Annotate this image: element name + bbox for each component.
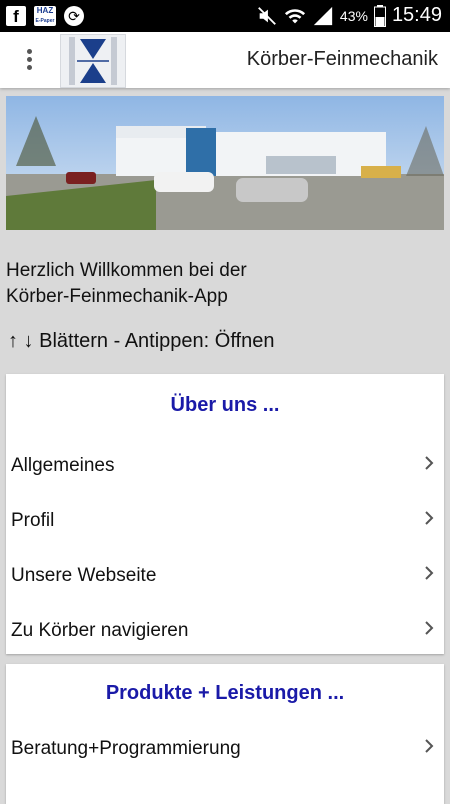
- chevron-right-icon: [425, 739, 434, 753]
- list-item-label: Beratung+Programmierung: [11, 738, 241, 759]
- haz-epaper-label: E-Paper: [35, 18, 55, 24]
- facebook-icon: f: [6, 6, 26, 26]
- haz-label: HAZ: [36, 6, 54, 15]
- list-item-label: Zu Körber navigieren: [11, 620, 189, 641]
- list-item-beratung[interactable]: Beratung+Programmierung: [6, 722, 444, 777]
- wifi-icon: [284, 8, 305, 23]
- section-card-products: Produkte + Leistungen ... Beratung+Progr…: [6, 664, 444, 804]
- app-bar: Körber-Feinmechanik: [0, 32, 450, 88]
- list-item-label: Profil: [11, 510, 55, 531]
- list-item-navigieren[interactable]: Zu Körber navigieren: [6, 604, 444, 659]
- chevron-right-icon: [425, 456, 434, 470]
- list-item-label: Allgemeines: [11, 455, 115, 476]
- welcome-line-1: Herzlich Willkommen bei der: [6, 260, 247, 281]
- list-item-label: Unsere Webseite: [11, 565, 157, 586]
- koerber-logo: [60, 34, 126, 88]
- welcome-line-2: Körber-Feinmechanik-App: [6, 286, 228, 307]
- chevron-right-icon: [425, 511, 434, 525]
- section-card-about: Über uns ... Allgemeines Profil Unsere W…: [6, 374, 444, 654]
- app-title: Körber-Feinmechanik: [246, 48, 438, 70]
- list-item-profil[interactable]: Profil: [6, 494, 444, 549]
- clock: 15:49: [391, 4, 442, 26]
- list-item-allgemeines[interactable]: Allgemeines: [6, 439, 444, 494]
- haz-epaper-icon: HAZ E-Paper: [34, 6, 56, 26]
- building-banner-image: [6, 96, 444, 230]
- chevron-right-icon: [425, 621, 434, 635]
- section-title-about: Über uns ...: [170, 394, 280, 416]
- overflow-menu-icon[interactable]: [18, 46, 40, 76]
- section-title-products: Produkte + Leistungen ...: [105, 682, 345, 704]
- welcome-text: Herzlich Willkommen bei der Körber-Feinm…: [6, 258, 436, 310]
- sync-icon: ⟳: [64, 6, 84, 26]
- battery-percent: 43%: [339, 7, 368, 24]
- navigation-hint: ↑ ↓ Blättern - Antippen: Öffnen: [8, 330, 275, 352]
- status-bar: f HAZ E-Paper ⟳ 43% 15:49: [0, 0, 450, 32]
- battery-icon: [373, 4, 386, 27]
- chevron-right-icon: [425, 566, 434, 580]
- mute-icon: [258, 6, 276, 25]
- list-item-webseite[interactable]: Unsere Webseite: [6, 549, 444, 604]
- signal-icon: [313, 6, 333, 25]
